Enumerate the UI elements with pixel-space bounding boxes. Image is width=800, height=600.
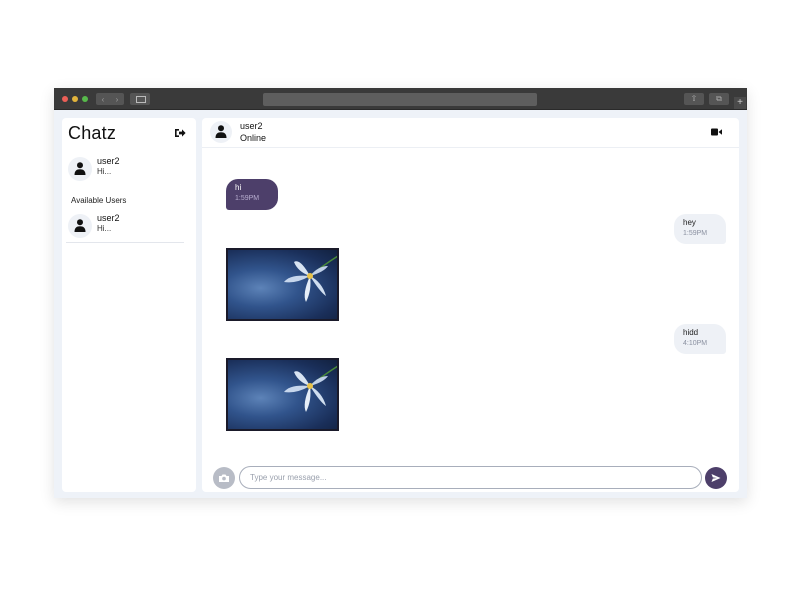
sidebar-toggle-button[interactable] — [130, 93, 150, 105]
message-time: 4:10PM — [683, 340, 708, 347]
message-bubble-received: hi 1:59PM — [226, 179, 278, 210]
contact-name: user2 — [240, 121, 263, 131]
user-icon — [74, 162, 86, 175]
message-time: 1:59PM — [235, 195, 260, 202]
message-text: hi — [235, 183, 242, 192]
address-bar[interactable] — [263, 93, 537, 106]
user-item-preview: Hi... — [97, 224, 112, 233]
send-button[interactable] — [705, 467, 727, 489]
sidebar: Chatz user2 Hi... Available Users user2 … — [62, 118, 196, 492]
contact-status: Online — [240, 133, 267, 143]
avatar — [68, 214, 92, 238]
chat-panel: user2 Online hi 1:59PM hey 1:59PM hidd 4… — [202, 118, 739, 492]
send-icon — [711, 474, 721, 482]
message-text: hey — [683, 218, 696, 227]
share-icon: ⇧ — [690, 94, 698, 103]
chat-item-name: user2 — [97, 156, 120, 166]
minimize-window-button[interactable] — [72, 96, 78, 102]
image-message[interactable] — [226, 248, 339, 321]
share-button[interactable]: ⇧ — [684, 93, 704, 105]
user-icon — [74, 219, 86, 232]
message-bubble-sent: hey 1:59PM — [674, 214, 726, 244]
message-input[interactable] — [239, 466, 702, 489]
video-camera-icon[interactable] — [711, 128, 722, 136]
lily-flower-image — [284, 365, 337, 412]
new-tab-button[interactable]: + — [734, 97, 746, 109]
forward-arrow-icon[interactable]: › — [116, 95, 119, 104]
close-window-button[interactable] — [62, 96, 68, 102]
avatar[interactable] — [210, 121, 232, 143]
chat-item-preview: Hi... — [97, 167, 112, 176]
user-icon — [215, 125, 227, 138]
back-arrow-icon[interactable]: ‹ — [102, 95, 105, 104]
chat-header: user2 Online — [202, 118, 739, 148]
logout-icon[interactable] — [174, 128, 186, 138]
message-bubble-sent: hidd 4:10PM — [674, 324, 726, 354]
tabs-overview-button[interactable]: ⧉ — [709, 93, 729, 105]
lily-flower-image — [284, 255, 337, 302]
tabs-icon: ⧉ — [716, 94, 722, 103]
avatar — [68, 157, 92, 181]
message-time: 1:59PM — [683, 230, 708, 237]
recent-chat-item[interactable]: user2 Hi... — [66, 156, 184, 184]
camera-icon — [219, 474, 229, 482]
available-user-item[interactable]: user2 Hi... — [66, 213, 184, 243]
app-title: Chatz — [68, 123, 117, 143]
image-message[interactable] — [226, 358, 339, 431]
user-item-name: user2 — [97, 213, 120, 223]
browser-titlebar: ‹ › ⇧ ⧉ + — [54, 88, 747, 110]
maximize-window-button[interactable] — [82, 96, 88, 102]
attach-image-button[interactable] — [213, 467, 235, 489]
available-users-heading: Available Users — [71, 196, 127, 205]
message-text: hidd — [683, 328, 699, 337]
back-forward-buttons[interactable]: ‹ › — [96, 93, 124, 105]
